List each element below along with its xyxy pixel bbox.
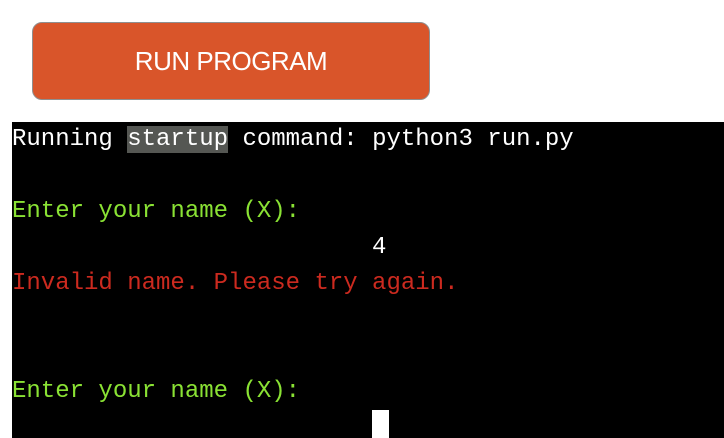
page: RUN PROGRAM Running startup command: pyt… (0, 0, 724, 438)
name-prompt-2: Enter your name (X): (12, 378, 301, 405)
startup-suffix: command: python3 run.py (228, 126, 574, 153)
name-prompt-1: Enter your name (X): (12, 198, 301, 225)
startup-prefix: Running (12, 126, 128, 153)
run-program-button[interactable]: RUN PROGRAM (32, 22, 430, 100)
startup-command-line: Running startup command: python3 run.py (12, 122, 574, 158)
terminal-cursor[interactable] (372, 410, 389, 438)
error-message: Invalid name. Please try again. (12, 270, 459, 297)
terminal-window[interactable]: Running startup command: python3 run.py … (12, 122, 724, 438)
startup-highlight: startup (127, 126, 229, 153)
user-input-1: 4 (372, 234, 387, 261)
